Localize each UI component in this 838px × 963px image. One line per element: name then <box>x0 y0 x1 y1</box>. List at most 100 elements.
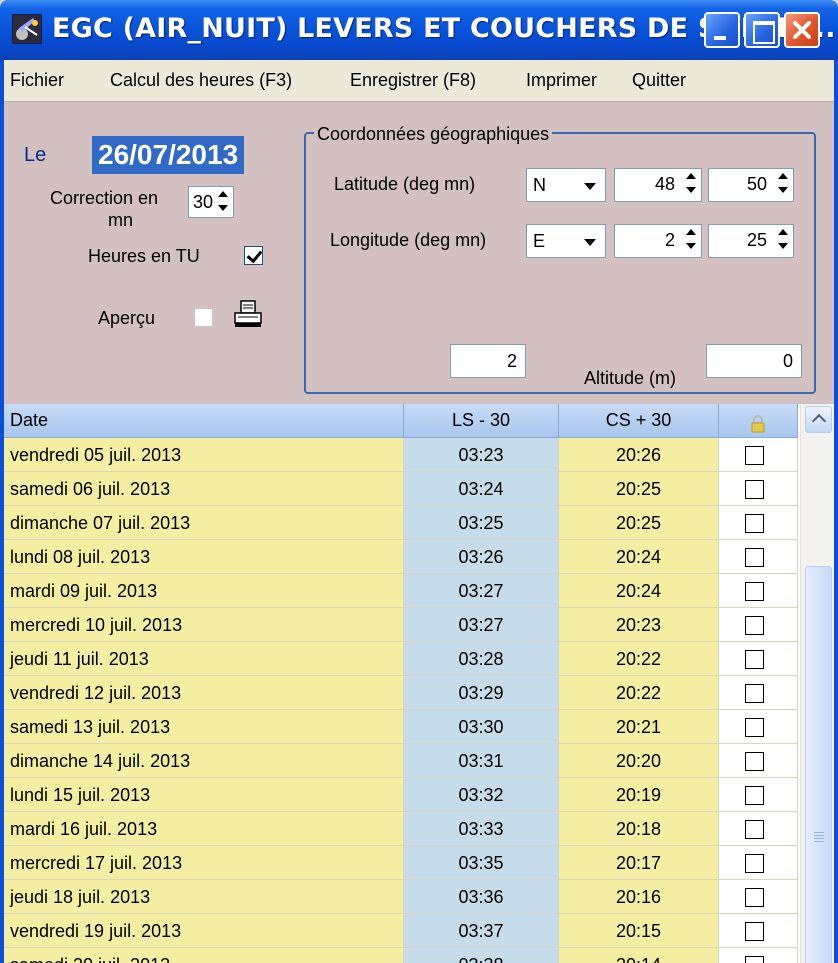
row-checkbox[interactable] <box>745 820 764 839</box>
table-row[interactable]: jeudi 11 juil. 2013 03:28 20:22 <box>4 642 798 676</box>
date-field[interactable]: 26/07/2013 <box>92 136 245 174</box>
header-date[interactable]: Date <box>4 404 404 438</box>
row-checkbox[interactable] <box>745 922 764 941</box>
altitude-field[interactable]: 0 <box>706 344 802 378</box>
scrollbar-thumb[interactable] <box>805 566 832 963</box>
table-row[interactable]: mercredi 10 juil. 2013 03:27 20:23 <box>4 608 798 642</box>
row-checkbox[interactable] <box>745 650 764 669</box>
row-checkbox[interactable] <box>745 582 764 601</box>
altitude-value: 0 <box>782 351 793 371</box>
coords-group-title: Coordonnées géographiques <box>314 124 553 145</box>
longitude-degrees-spinner[interactable]: 2 <box>614 224 702 258</box>
latitude-degrees-spinner[interactable]: 48 <box>614 168 702 202</box>
longitude-minutes-spinner[interactable]: 25 <box>708 224 794 258</box>
header-ls[interactable]: LS - 30 <box>404 404 559 438</box>
chevron-down-icon[interactable] <box>584 239 596 246</box>
table-row[interactable]: vendredi 12 juil. 2013 03:29 20:22 <box>4 676 798 710</box>
date-cell: mercredi 10 juil. 2013 <box>4 608 404 642</box>
altitude-label: Altitude (m) <box>584 368 677 388</box>
table-row[interactable]: jeudi 18 juil. 2013 03:36 20:16 <box>4 880 798 914</box>
correction-spinner[interactable]: 30 <box>188 186 234 218</box>
row-checkbox[interactable] <box>745 718 764 737</box>
table-row[interactable]: vendredi 19 juil. 2013 03:37 20:15 <box>4 914 798 948</box>
close-icon[interactable] <box>784 12 820 48</box>
row-checkbox[interactable] <box>745 616 764 635</box>
apercu-checkbox[interactable] <box>194 308 213 327</box>
row-checkbox[interactable] <box>745 854 764 873</box>
spin-arrows-icon[interactable] <box>774 226 792 254</box>
correction-unit-label: mn <box>108 210 134 230</box>
sunset-cell: 20:23 <box>559 608 719 642</box>
sunset-cell: 20:22 <box>559 642 719 676</box>
sunrise-cell: 03:36 <box>404 880 559 914</box>
table-row[interactable]: lundi 08 juil. 2013 03:26 20:24 <box>4 540 798 574</box>
table-row[interactable]: mardi 16 juil. 2013 03:33 20:18 <box>4 812 798 846</box>
row-checkbox[interactable] <box>745 480 764 499</box>
sunset-cell: 20:18 <box>559 812 719 846</box>
vertical-scrollbar[interactable] <box>800 404 834 963</box>
lock-cell <box>719 778 798 812</box>
date-cell: lundi 08 juil. 2013 <box>4 540 404 574</box>
row-checkbox[interactable] <box>745 548 764 567</box>
menu-quitter[interactable]: Quitter <box>632 70 686 91</box>
latitude-direction-select[interactable]: N <box>526 168 606 202</box>
table-row[interactable]: mardi 09 juil. 2013 03:27 20:24 <box>4 574 798 608</box>
menu-calcul-heures[interactable]: Calcul des heures (F3) <box>110 70 292 91</box>
table-row[interactable]: dimanche 07 juil. 2013 03:25 20:25 <box>4 506 798 540</box>
menu-enregistrer[interactable]: Enregistrer (F8) <box>350 70 476 91</box>
table-row[interactable]: samedi 13 juil. 2013 03:30 20:21 <box>4 710 798 744</box>
table-header: Date LS - 30 CS + 30 <box>4 404 798 438</box>
menu-fichier[interactable]: Fichier <box>10 70 64 91</box>
app-icon[interactable] <box>12 14 42 44</box>
spin-arrows-icon[interactable] <box>682 170 700 198</box>
sunrise-cell: 03:28 <box>404 642 559 676</box>
apercu-label: Aperçu <box>98 308 156 328</box>
header-cs[interactable]: CS + 30 <box>559 404 719 438</box>
longitude-minutes-value: 25 <box>746 230 767 250</box>
row-checkbox[interactable] <box>745 786 764 805</box>
date-cell: samedi 13 juil. 2013 <box>4 710 404 744</box>
longitude-direction-select[interactable]: E <box>526 224 606 258</box>
table-row[interactable]: samedi 20 juil. 201303:3820:14 <box>4 948 798 963</box>
heures-tu-checkbox[interactable] <box>244 246 263 265</box>
date-cell: vendredi 19 juil. 2013 <box>4 914 404 948</box>
spin-arrows-icon[interactable] <box>774 170 792 198</box>
lock-cell <box>719 472 798 506</box>
scroll-up-icon[interactable] <box>805 406 832 433</box>
lock-cell <box>719 506 798 540</box>
table-row[interactable]: vendredi 05 juil. 2013 03:23 20:26 <box>4 438 798 472</box>
table-row[interactable]: samedi 06 juil. 2013 03:24 20:25 <box>4 472 798 506</box>
row-checkbox[interactable] <box>745 956 764 963</box>
menu-imprimer[interactable]: Imprimer <box>526 70 597 91</box>
table-row[interactable]: lundi 15 juil. 2013 03:32 20:19 <box>4 778 798 812</box>
sunrise-cell: 03:35 <box>404 846 559 880</box>
table-row[interactable]: mercredi 17 juil. 2013 03:35 20:17 <box>4 846 798 880</box>
sunrise-cell: 03:26 <box>404 540 559 574</box>
title-bar[interactable]: EGC (AIR_NUIT) LEVERS ET COUCHERS DE SOL… <box>0 0 838 60</box>
printer-icon[interactable] <box>232 298 264 330</box>
altitude-small-field[interactable]: 2 <box>450 344 526 378</box>
table-row[interactable]: dimanche 14 juil. 2013 03:31 20:20 <box>4 744 798 778</box>
app-window: EGC (AIR_NUIT) LEVERS ET COUCHERS DE SOL… <box>0 0 838 963</box>
row-checkbox[interactable] <box>745 514 764 533</box>
latitude-direction-value: N <box>533 175 546 195</box>
latitude-minutes-spinner[interactable]: 50 <box>708 168 794 202</box>
spin-arrows-icon[interactable] <box>214 188 232 216</box>
row-checkbox[interactable] <box>745 684 764 703</box>
lock-cell <box>719 642 798 676</box>
row-checkbox[interactable] <box>745 888 764 907</box>
spin-arrows-icon[interactable] <box>682 226 700 254</box>
table-body: vendredi 05 juil. 2013 03:23 20:26 samedi 0… <box>4 438 798 963</box>
chevron-down-icon[interactable] <box>584 183 596 190</box>
row-checkbox[interactable] <box>745 446 764 465</box>
row-checkbox[interactable] <box>745 752 764 771</box>
sunrise-cell: 03:29 <box>404 676 559 710</box>
menu-bar: Fichier Calcul des heures (F3) Enregistr… <box>4 60 834 102</box>
header-lock[interactable] <box>719 404 798 438</box>
lock-cell <box>719 540 798 574</box>
date-cell: vendredi 12 juil. 2013 <box>4 676 404 710</box>
lock-cell <box>719 914 798 948</box>
lock-cell <box>719 744 798 778</box>
minimize-icon[interactable] <box>704 12 740 48</box>
maximize-icon[interactable] <box>744 12 780 48</box>
